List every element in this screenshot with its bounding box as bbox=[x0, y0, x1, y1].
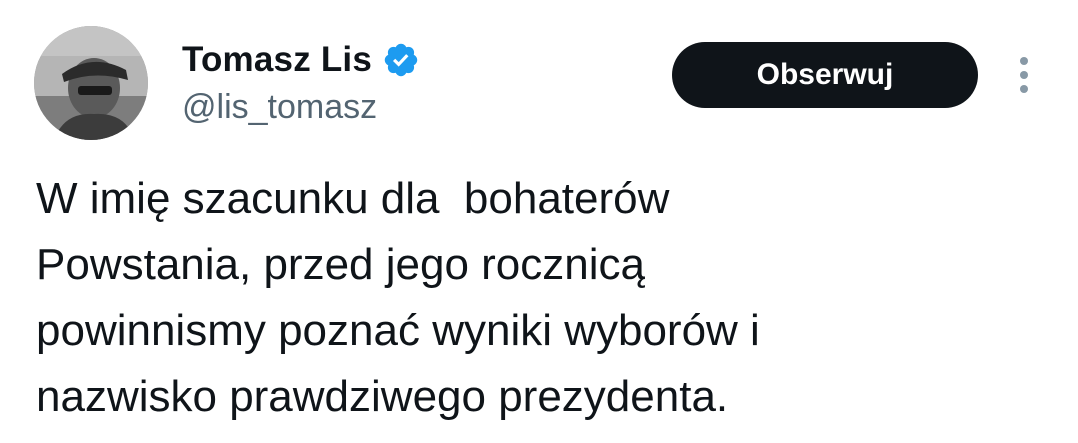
tweet-text: W imię szacunku dla bohaterów Powstania,… bbox=[36, 174, 760, 421]
verified-badge-icon bbox=[382, 41, 420, 79]
author-name-row: Tomasz Lis bbox=[182, 38, 420, 82]
avatar[interactable] bbox=[34, 26, 148, 140]
author-handle[interactable]: @lis_tomasz bbox=[182, 88, 377, 127]
avatar-photo-icon bbox=[34, 26, 148, 140]
tweet-card: Tomasz Lis @lis_tomasz Obserwuj W imię s… bbox=[0, 0, 1078, 443]
follow-button[interactable]: Obserwuj bbox=[672, 42, 978, 108]
more-vertical-icon bbox=[1020, 57, 1028, 93]
author-display-name[interactable]: Tomasz Lis bbox=[182, 40, 372, 80]
more-options-button[interactable] bbox=[1004, 52, 1044, 98]
